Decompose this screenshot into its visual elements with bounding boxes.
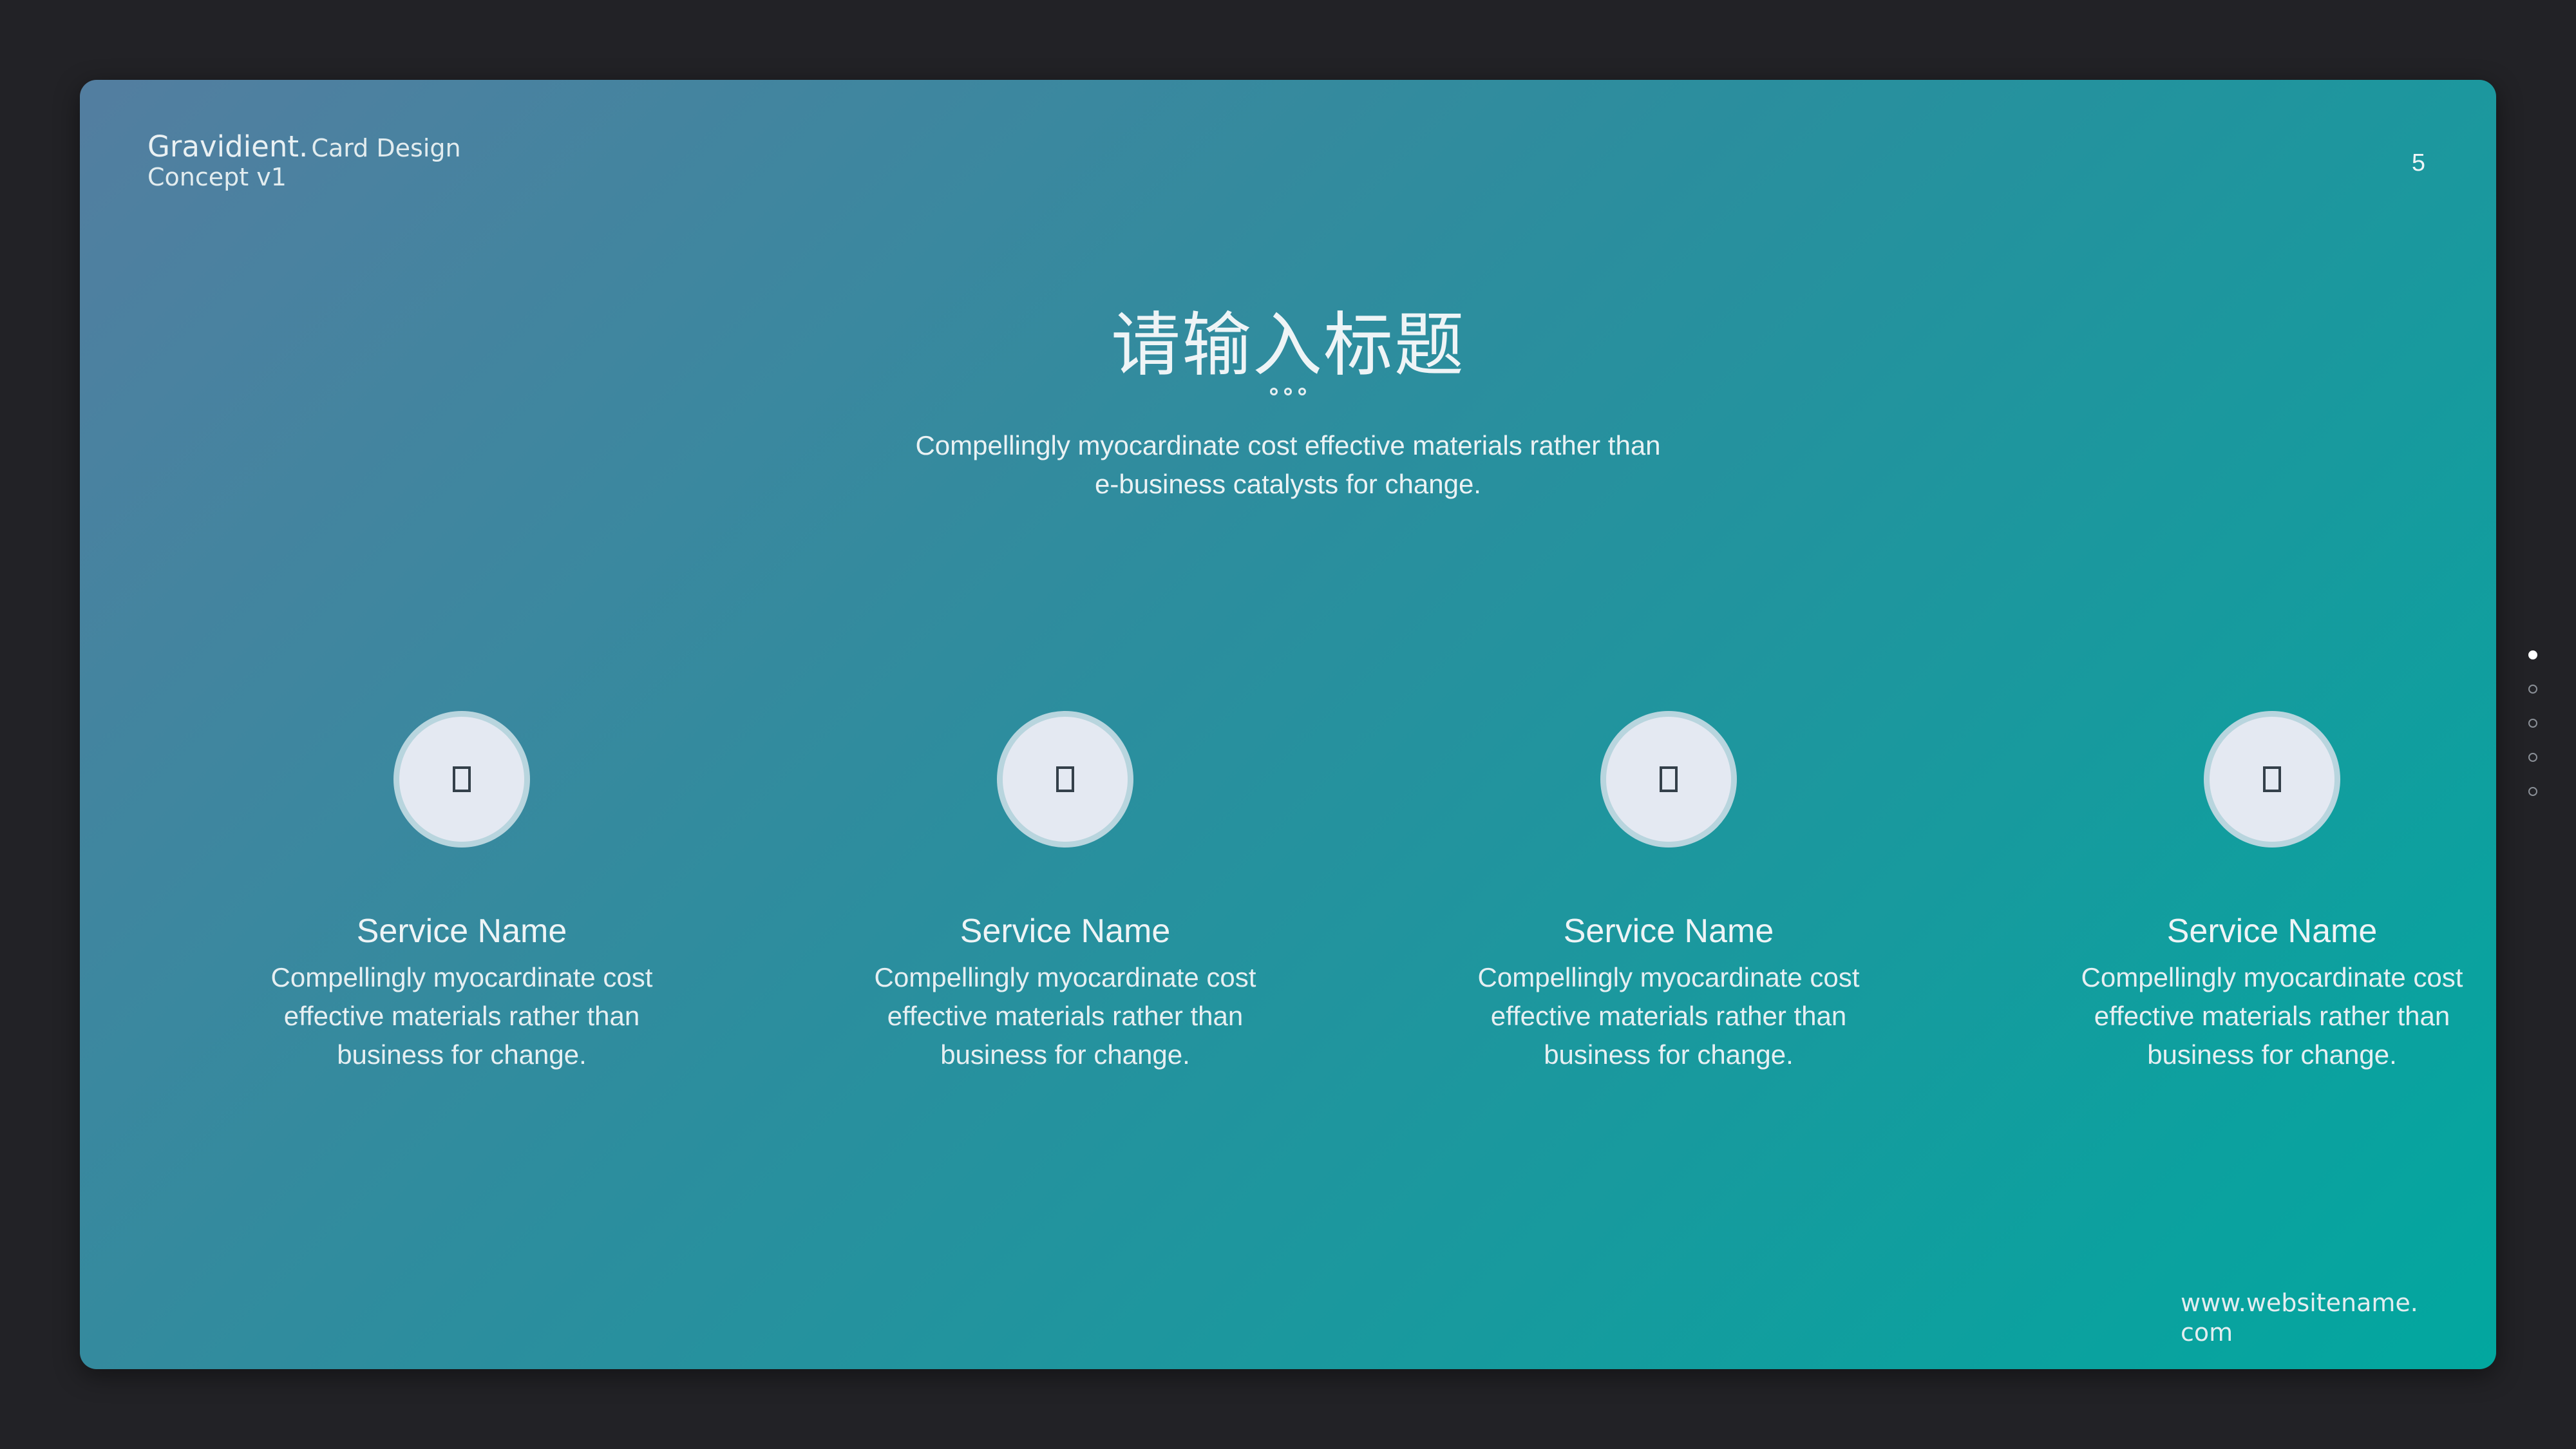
pagination-dot-3[interactable] xyxy=(2528,719,2537,728)
website-line: com xyxy=(2181,1318,2233,1347)
description-line: effective materials rather than xyxy=(283,1001,640,1031)
description-line: Compellingly myocardinate cost xyxy=(874,962,1256,992)
ornament-dot xyxy=(1284,388,1292,395)
service-card-3: Service Name Compellingly myocardinate c… xyxy=(1443,711,1894,1074)
description-line: business for change. xyxy=(940,1039,1190,1070)
slide-subtitle: Compellingly myocardinate cost effective… xyxy=(853,426,1723,504)
service-description: Compellingly myocardinate cost effective… xyxy=(1450,958,1888,1074)
brand-version: Concept v1 xyxy=(147,162,287,191)
service-description: Compellingly myocardinate cost effective… xyxy=(243,958,681,1074)
service-card-4: Service Name Compellingly myocardinate c… xyxy=(2047,711,2496,1074)
brand-subtitle: Card Design xyxy=(311,134,461,162)
square-icon xyxy=(453,766,471,792)
description-line: Compellingly myocardinate cost xyxy=(270,962,653,992)
service-icon-circle xyxy=(2204,711,2340,848)
description-line: effective materials rather than xyxy=(887,1001,1244,1031)
ornament-dot xyxy=(1298,388,1306,395)
website-line: www.websitename. xyxy=(2181,1289,2418,1317)
description-line: effective materials rather than xyxy=(2094,1001,2450,1031)
service-name: Service Name xyxy=(2166,913,2378,950)
service-card-2: Service Name Compellingly myocardinate c… xyxy=(840,711,1291,1074)
service-icon-circle xyxy=(1600,711,1737,848)
pagination-dot-4[interactable] xyxy=(2528,753,2537,762)
square-icon xyxy=(1660,766,1678,792)
pagination-dot-2[interactable] xyxy=(2528,685,2537,694)
pagination-dot-1[interactable] xyxy=(2528,650,2537,659)
slide-pagination xyxy=(2528,650,2539,821)
service-name: Service Name xyxy=(1563,913,1774,950)
description-line: effective materials rather than xyxy=(1490,1001,1847,1031)
title-ornament-dots xyxy=(80,388,2496,395)
service-name: Service Name xyxy=(960,913,1171,950)
subtitle-line: Compellingly myocardinate cost effective… xyxy=(915,430,1661,460)
slide-card: Gravidient. Card Design Concept v1 5 请输入… xyxy=(80,80,2496,1369)
service-icon-circle xyxy=(393,711,530,848)
description-line: Compellingly myocardinate cost xyxy=(1477,962,1860,992)
square-icon xyxy=(1056,766,1074,792)
service-name: Service Name xyxy=(356,913,567,950)
brand-block: Gravidient. Card Design Concept v1 xyxy=(147,130,461,191)
page-number: 5 xyxy=(2411,149,2425,176)
slide-title: 请输入标题 xyxy=(1110,305,1465,386)
subtitle-line: e-business catalysts for change. xyxy=(1095,469,1481,499)
square-icon xyxy=(2263,766,2281,792)
service-card-1: Service Name Compellingly myocardinate c… xyxy=(236,711,687,1074)
brand-name: Gravidient. xyxy=(147,129,308,164)
description-line: business for change. xyxy=(1544,1039,1794,1070)
description-line: Compellingly myocardinate cost xyxy=(2081,962,2463,992)
description-line: business for change. xyxy=(2147,1039,2397,1070)
pagination-dot-5[interactable] xyxy=(2528,787,2537,796)
service-icon-circle xyxy=(997,711,1133,848)
description-line: business for change. xyxy=(337,1039,587,1070)
service-description: Compellingly myocardinate cost effective… xyxy=(2053,958,2491,1074)
ornament-dot xyxy=(1270,388,1278,395)
website-url: www.websitename. com xyxy=(2181,1288,2438,1347)
service-description: Compellingly myocardinate cost effective… xyxy=(846,958,1284,1074)
